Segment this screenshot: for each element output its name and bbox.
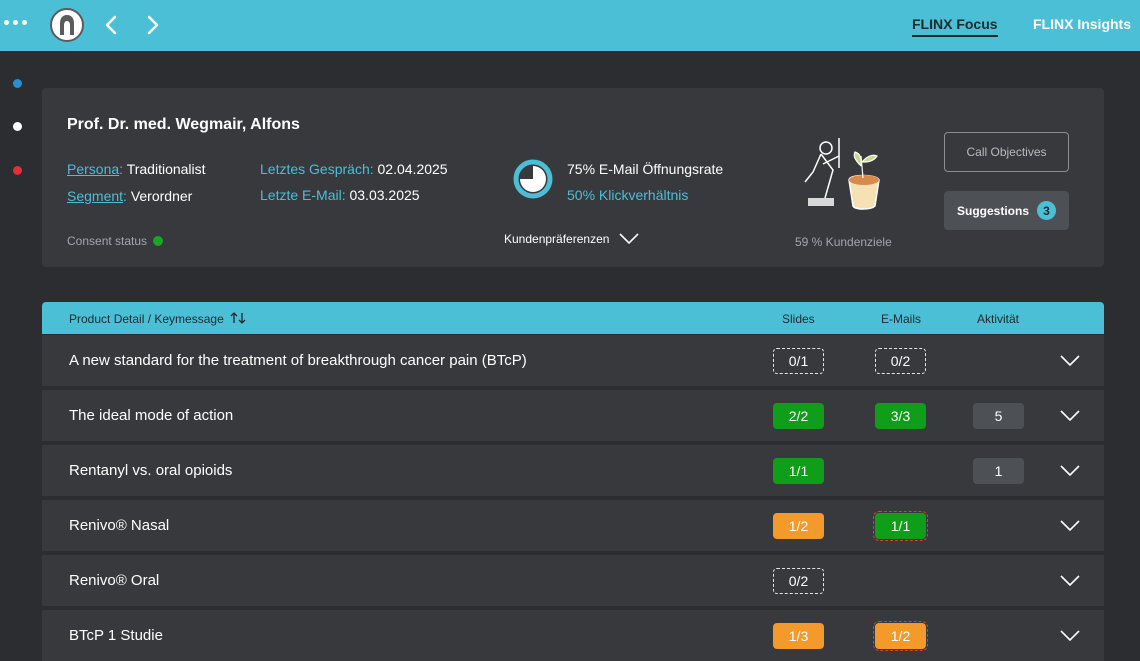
keymessage-title: Rentanyl vs. oral opioids bbox=[69, 462, 233, 479]
keymessage-title: Renivo® Oral bbox=[69, 572, 160, 589]
customer-name: Prof. Dr. med. Wegmair, Alfons bbox=[67, 116, 300, 133]
slides-count[interactable]: 1/1 bbox=[773, 458, 824, 484]
expand-chevron-icon[interactable] bbox=[1059, 516, 1081, 534]
table-row[interactable]: Renivo® Nasal 1/2 1/1 bbox=[42, 500, 1104, 551]
keymessage-title: BTcP 1 Studie bbox=[69, 627, 163, 644]
sort-icon[interactable] bbox=[230, 312, 246, 324]
table-row[interactable]: The ideal mode of action 2/2 3/3 5 bbox=[42, 390, 1104, 441]
expand-chevron-icon[interactable] bbox=[1059, 571, 1081, 589]
click-rate: 50% Klickverhältnis bbox=[567, 187, 689, 203]
customer-goals: 59 % Kundenziele bbox=[795, 235, 892, 249]
slides-column-header: Slides bbox=[782, 312, 815, 326]
logo-icon[interactable] bbox=[50, 8, 84, 42]
customer-preferences-toggle[interactable]: Kundenpräferenzen bbox=[504, 232, 639, 246]
slides-count[interactable]: 2/2 bbox=[773, 403, 824, 429]
emails-count[interactable]: 1/1 bbox=[873, 511, 928, 541]
side-nav-dot[interactable] bbox=[13, 79, 22, 88]
plant-growth-illustration bbox=[804, 138, 880, 210]
activity-column-header: Aktivität bbox=[977, 312, 1020, 326]
table-row[interactable]: BTcP 1 Studie 1/3 1/2 bbox=[42, 610, 1104, 661]
open-rate: 75% E-Mail Öffnungsrate bbox=[567, 161, 724, 177]
slides-count[interactable]: 0/2 bbox=[773, 568, 824, 594]
keymessage-title: A new standard for the treatment of brea… bbox=[69, 352, 527, 369]
segment-label[interactable]: Segment bbox=[67, 188, 123, 204]
activity-count[interactable]: 5 bbox=[973, 403, 1024, 429]
last-email-field: Letzte E-Mail: 03.03.2025 bbox=[260, 187, 420, 203]
suggestions-label: Suggestions bbox=[956, 203, 1029, 218]
keymessage-title: The ideal mode of action bbox=[69, 407, 234, 424]
last-call-field: Letztes Gespräch: 02.04.2025 bbox=[260, 161, 448, 177]
emails-count[interactable]: 1/2 bbox=[873, 621, 928, 651]
consent-status-dot bbox=[153, 236, 164, 246]
product-column-header[interactable]: Product Detail / Keymessage bbox=[69, 312, 246, 326]
top-bar: FLINX Focus FLINX Insights bbox=[0, 0, 1140, 51]
last-call-value: 02.04.2025 bbox=[377, 161, 448, 177]
call-objectives-button[interactable]: Call Objectives bbox=[944, 132, 1069, 172]
table-row[interactable]: A new standard for the treatment of brea… bbox=[42, 335, 1104, 386]
suggestions-count-badge: 3 bbox=[1037, 201, 1056, 220]
product-header-label: Product Detail / Keymessage bbox=[69, 312, 224, 326]
expand-chevron-icon[interactable] bbox=[1059, 461, 1081, 479]
expand-chevron-icon[interactable] bbox=[1059, 406, 1081, 424]
open-rate-donut bbox=[513, 159, 553, 199]
emails-count[interactable]: 0/2 bbox=[875, 348, 926, 374]
persona-field: Persona: Traditionalist bbox=[67, 161, 206, 177]
keymessage-title: Renivo® Nasal bbox=[69, 517, 170, 534]
tab-flinx-insights[interactable]: FLINX Insights bbox=[1033, 16, 1131, 32]
preferences-label: Kundenpräferenzen bbox=[504, 232, 610, 246]
activity-count[interactable]: 1 bbox=[973, 458, 1024, 484]
side-nav-dot[interactable] bbox=[13, 122, 22, 131]
table-row[interactable]: Rentanyl vs. oral opioids 1/1 1 bbox=[42, 445, 1104, 496]
last-email-value: 03.03.2025 bbox=[349, 187, 420, 203]
expand-chevron-icon[interactable] bbox=[1059, 351, 1081, 369]
last-call-label: Letztes Gespräch: bbox=[260, 161, 374, 177]
more-icon[interactable] bbox=[4, 20, 27, 25]
expand-chevron-icon[interactable] bbox=[1059, 626, 1081, 644]
segment-value: Verordner bbox=[130, 188, 193, 204]
chevron-down-icon bbox=[619, 233, 639, 245]
slides-count[interactable]: 0/1 bbox=[773, 348, 824, 374]
slides-count[interactable]: 1/2 bbox=[773, 513, 824, 539]
consent-status: Consent status bbox=[67, 234, 164, 248]
consent-label: Consent status bbox=[67, 234, 148, 248]
last-email-label: Letzte E-Mail: bbox=[260, 187, 346, 203]
persona-value: Traditionalist bbox=[126, 161, 206, 177]
persona-label[interactable]: Persona bbox=[67, 161, 119, 177]
customer-profile-card: Prof. Dr. med. Wegmair, Alfons Persona: … bbox=[42, 88, 1104, 267]
emails-column-header: E-Mails bbox=[881, 312, 922, 326]
forward-icon[interactable] bbox=[143, 12, 163, 38]
segment-field: Segment: Verordner bbox=[67, 188, 193, 204]
table-header: Product Detail / Keymessage Slides E-Mai… bbox=[42, 302, 1104, 334]
suggestions-button[interactable]: Suggestions 3 bbox=[944, 191, 1069, 230]
side-nav-dot[interactable] bbox=[13, 166, 22, 175]
emails-count[interactable]: 3/3 bbox=[875, 403, 926, 429]
slides-count[interactable]: 1/3 bbox=[773, 623, 824, 649]
tab-flinx-focus[interactable]: FLINX Focus bbox=[912, 16, 998, 37]
table-row[interactable]: Renivo® Oral 0/2 bbox=[42, 555, 1104, 606]
back-icon[interactable] bbox=[101, 12, 121, 38]
